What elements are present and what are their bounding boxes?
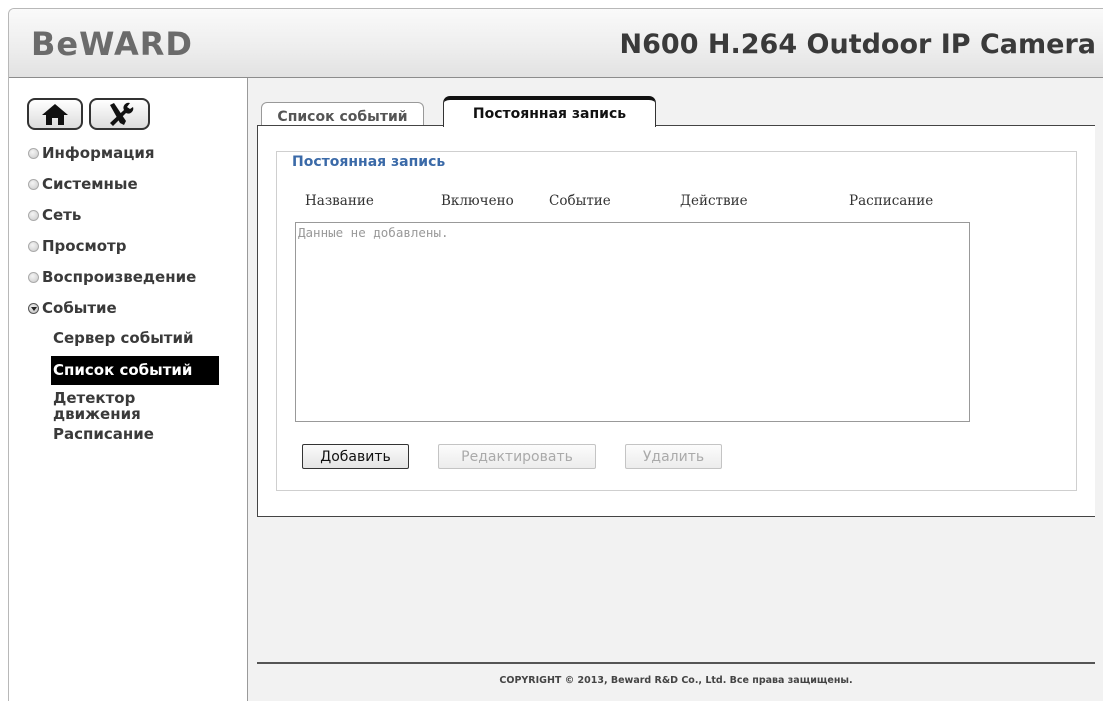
column-header-schedule: Расписание [849, 193, 934, 209]
column-header-action: Действие [680, 193, 748, 209]
footer-divider [257, 662, 1095, 664]
recording-list[interactable]: Данные не добавлены. [295, 222, 970, 422]
column-header-event: Событие [549, 193, 611, 209]
sidebar-item-label: Сеть [42, 206, 82, 224]
radio-bullet-icon [28, 272, 39, 283]
subnav-motion-detector[interactable]: Детектор движения [53, 388, 173, 424]
sidebar-item-event[interactable]: Событие [28, 293, 243, 324]
tab-permanent-recording[interactable]: Постоянная запись [443, 96, 656, 129]
add-button[interactable]: Добавить [302, 444, 409, 469]
page-header: BeWARD N600 H.264 Outdoor IP Camera [9, 9, 1103, 78]
radio-bullet-icon [28, 148, 39, 159]
sidebar-item-information[interactable]: Информация [28, 138, 243, 169]
column-header-name: Название [305, 193, 374, 209]
settings-button[interactable] [89, 98, 150, 130]
radio-bullet-icon [28, 179, 39, 190]
subnav-event-list[interactable]: Список событий [51, 356, 219, 385]
event-subnav: Сервер событий Список событий Детектор д… [51, 327, 233, 444]
column-header-enabled: Включено [441, 193, 514, 209]
delete-button[interactable]: Удалить [625, 444, 722, 469]
sidebar: Информация Системные Сеть Просмотр Воспр… [9, 78, 248, 701]
device-title: N600 H.264 Outdoor IP Camera [619, 29, 1096, 60]
home-icon [42, 104, 68, 125]
group-legend: Постоянная запись [289, 154, 449, 170]
main-nav: Информация Системные Сеть Просмотр Воспр… [28, 138, 243, 324]
sidebar-item-label: Воспроизведение [42, 268, 197, 286]
radio-bullet-icon [28, 241, 39, 252]
expanded-bullet-icon [28, 303, 39, 314]
sidebar-item-network[interactable]: Сеть [28, 200, 243, 231]
sidebar-item-system[interactable]: Системные [28, 169, 243, 200]
subnav-event-server[interactable]: Сервер событий [53, 327, 233, 355]
brand-logo: BeWARD [31, 25, 193, 63]
home-button[interactable] [27, 98, 83, 130]
copyright-text: COPYRIGHT © 2013, Beward R&D Co., Ltd. В… [499, 675, 853, 686]
sidebar-item-playback[interactable]: Воспроизведение [28, 262, 243, 293]
edit-button[interactable]: Редактировать [438, 444, 596, 469]
sidebar-item-label: Событие [42, 299, 117, 317]
tools-icon [109, 102, 133, 126]
radio-bullet-icon [28, 210, 39, 221]
subnav-schedule[interactable]: Расписание [53, 424, 233, 444]
sidebar-item-label: Информация [42, 144, 155, 162]
sidebar-item-label: Просмотр [42, 237, 127, 255]
empty-list-message: Данные не добавлены. [298, 225, 449, 240]
sidebar-item-label: Системные [42, 175, 138, 193]
sidebar-item-view[interactable]: Просмотр [28, 231, 243, 262]
